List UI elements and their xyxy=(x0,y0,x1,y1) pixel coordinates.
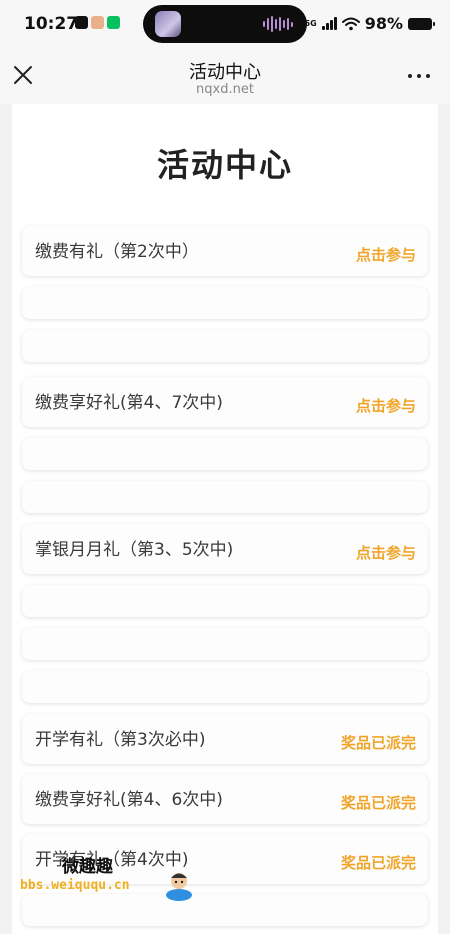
activity-card[interactable]: 缴费享好礼(第4、7次中) 点击参与 xyxy=(22,377,428,427)
prizes-gone-label: 奖品已派完 xyxy=(340,854,416,872)
more-options-icon[interactable] xyxy=(408,74,430,78)
prizes-gone-label: 奖品已派完 xyxy=(340,794,416,812)
status-time: 10:27 xyxy=(24,14,79,34)
watermark-site: bbs.weiququ.cn xyxy=(20,878,130,893)
site-watermark: 微趣趣 bbs.weiququ.cn xyxy=(14,848,204,914)
cellular-signal-icon xyxy=(321,17,337,30)
activity-card[interactable]: 开学有礼（第3次必中) 奖品已派完 xyxy=(22,714,428,764)
nav-bar: 活动中心 nqxd.net xyxy=(0,48,450,104)
activity-card[interactable]: 缴费有礼（第2次中） 点击参与 xyxy=(22,226,428,276)
activity-card[interactable]: 掌银月月礼（第3、5次中) 点击参与 xyxy=(22,524,428,574)
activity-card-empty xyxy=(22,481,428,513)
app-notification-icon xyxy=(91,16,104,29)
dynamic-island[interactable] xyxy=(143,5,307,43)
activity-card-empty xyxy=(22,438,428,470)
activity-label: 开学有礼（第3次必中) xyxy=(35,730,206,750)
join-button[interactable]: 点击参与 xyxy=(356,395,416,416)
nav-domain: nqxd.net xyxy=(196,82,254,97)
media-artwork-icon xyxy=(155,11,181,37)
status-indicators: 5G 98% xyxy=(304,14,435,33)
nav-title: 活动中心 xyxy=(189,62,261,83)
activity-label: 缴费有礼（第2次中） xyxy=(35,242,199,262)
battery-icon xyxy=(408,17,435,30)
wifi-icon xyxy=(341,17,360,30)
audio-waveform-icon xyxy=(263,16,293,32)
join-button[interactable]: 点击参与 xyxy=(356,542,416,563)
activity-list: 缴费有礼（第2次中） 点击参与 缴费享好礼(第4、7次中) 点击参与 掌银月月礼… xyxy=(22,226,428,926)
activity-card-empty xyxy=(22,628,428,660)
page-title: 活动中心 xyxy=(156,146,293,184)
mascot-icon xyxy=(166,873,192,901)
battery-percent: 98% xyxy=(364,14,403,33)
join-button[interactable]: 点击参与 xyxy=(356,244,416,265)
wechat-icon xyxy=(107,16,120,29)
status-bar: 10:27 5G 98% xyxy=(0,0,450,48)
activity-card-empty xyxy=(22,671,428,703)
status-app-icons xyxy=(75,16,120,29)
network-type: 5G xyxy=(304,18,317,28)
activity-label: 掌银月月礼（第3、5次中) xyxy=(35,540,234,560)
prizes-gone-label: 奖品已派完 xyxy=(340,734,416,752)
watermark-title: 微趣趣 xyxy=(62,857,113,877)
activity-card-empty xyxy=(22,585,428,617)
activity-card-empty xyxy=(22,330,428,362)
activity-card-empty xyxy=(22,287,428,319)
activity-card[interactable]: 缴费享好礼(第4、6次中) 奖品已派完 xyxy=(22,774,428,824)
content-sheet: 活动中心 缴费有礼（第2次中） 点击参与 缴费享好礼(第4、7次中) 点击参与 … xyxy=(12,104,438,934)
activity-label: 缴费享好礼(第4、7次中) xyxy=(35,393,223,413)
app-notification-icon xyxy=(75,16,88,29)
activity-label: 缴费享好礼(第4、6次中) xyxy=(35,790,223,810)
